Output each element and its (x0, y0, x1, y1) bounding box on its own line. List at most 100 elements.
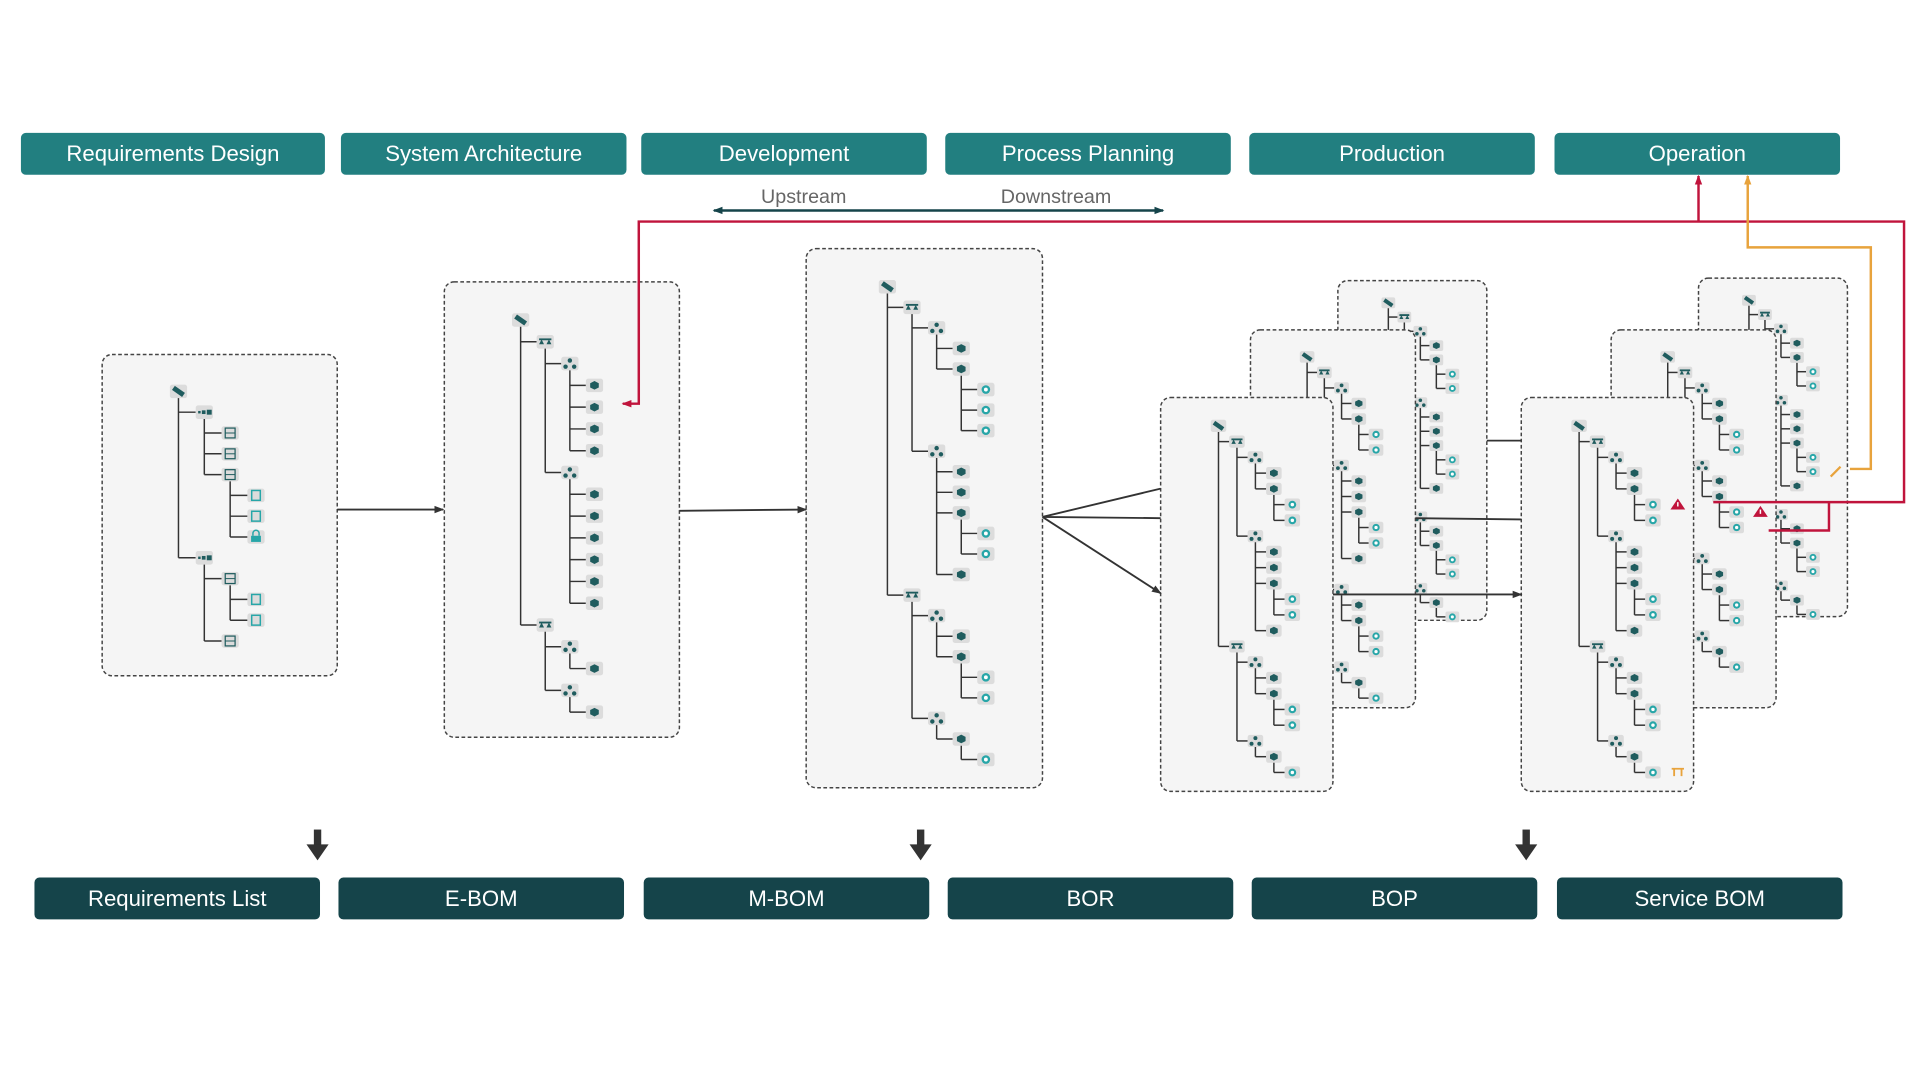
deliverable-e-bom[interactable]: E-BOM (338, 877, 625, 920)
gear-icon (1729, 521, 1744, 534)
phase-operation[interactable]: Operation (1554, 132, 1841, 175)
cube-icon (1712, 397, 1727, 410)
doc-icon (247, 488, 265, 503)
cube-icon (1266, 577, 1282, 590)
doc-icon (247, 592, 265, 607)
deliverable-bop[interactable]: BOP (1251, 877, 1538, 920)
network-icon (561, 465, 579, 480)
network-icon (928, 711, 946, 726)
phase-production[interactable]: Production (1249, 132, 1535, 175)
deliverable-service-bom[interactable]: Service BOM (1556, 877, 1843, 920)
gear-icon (1645, 593, 1661, 606)
cube-icon (1790, 523, 1804, 535)
cube-icon (1626, 482, 1643, 495)
cube-icon (1790, 352, 1804, 363)
cube-icon (1429, 540, 1444, 551)
gear-icon (977, 670, 995, 685)
module-icon (195, 551, 213, 565)
cube-icon (1626, 687, 1643, 700)
deliverable-bor[interactable]: BOR (947, 877, 1234, 920)
gear-icon (1368, 692, 1384, 704)
deliverable-m-bom[interactable]: M-BOM (643, 877, 930, 920)
gear-icon (1445, 611, 1460, 623)
cube-icon (1712, 413, 1727, 425)
cube-icon (585, 705, 604, 719)
gear-icon (1284, 703, 1301, 716)
phase-development[interactable]: Development (641, 132, 927, 175)
network-icon (1334, 661, 1349, 673)
network-icon (1608, 734, 1624, 748)
cube-icon (952, 732, 970, 746)
cube-icon (952, 341, 970, 356)
gear-icon (1284, 719, 1301, 732)
network-icon (1334, 382, 1349, 394)
balance-icon (1397, 311, 1412, 323)
gear-icon (1445, 568, 1460, 580)
gear-icon (1368, 444, 1384, 456)
network-icon (1247, 530, 1264, 543)
satellite-icon (878, 280, 897, 294)
gear-icon (1729, 506, 1744, 518)
cube-icon (1429, 425, 1444, 437)
balance-icon (1758, 309, 1772, 321)
network-icon (561, 640, 579, 654)
network-icon (928, 608, 946, 623)
cube-icon (1429, 411, 1444, 423)
balance-icon (1677, 366, 1693, 379)
gear-icon (1368, 428, 1384, 441)
cube-icon (1266, 482, 1282, 495)
balance-icon (536, 618, 554, 632)
phase-system-architecture[interactable]: System Architecture (340, 132, 627, 175)
cube-icon (585, 509, 604, 523)
gear-icon (1284, 498, 1301, 511)
e-bom-panel (443, 281, 681, 738)
phase-requirements-design[interactable]: Requirements Design (20, 132, 325, 175)
gear-icon (1729, 444, 1744, 456)
cube-icon (1429, 354, 1444, 366)
down-arrow-icon (306, 829, 329, 861)
cube-icon (1790, 594, 1804, 606)
gear-icon (1806, 608, 1820, 620)
cube-icon (1429, 482, 1444, 494)
network-icon (1608, 656, 1624, 669)
gear-icon (977, 526, 995, 541)
gear-icon (977, 547, 995, 561)
cube-icon (1626, 671, 1643, 685)
network-icon (1774, 323, 1788, 335)
cube-icon (1266, 545, 1282, 558)
satellite-icon (169, 384, 188, 399)
gear-icon (1729, 428, 1744, 441)
network-icon (1694, 630, 1710, 642)
cube-icon (585, 443, 604, 458)
cube-icon (1351, 413, 1367, 425)
satellite-icon (1660, 351, 1676, 363)
network-icon (1694, 382, 1710, 394)
gear-icon (1806, 366, 1820, 378)
arrow-bor-to-bop-2 (1415, 517, 1522, 521)
gear-icon (1368, 645, 1384, 658)
cube-icon (1266, 750, 1282, 763)
network-icon (1334, 459, 1349, 472)
cube-icon (1626, 467, 1643, 480)
cube-icon (952, 464, 970, 479)
gear-icon (1645, 719, 1661, 732)
cube-icon (1429, 340, 1444, 352)
gear-icon (1806, 466, 1820, 478)
network-icon (1247, 734, 1264, 748)
cube-icon (1790, 480, 1804, 492)
cube-icon (1351, 397, 1367, 410)
phase-process-planning[interactable]: Process Planning (945, 132, 1231, 175)
satellite-icon (1210, 419, 1227, 432)
cube-icon (1712, 645, 1727, 658)
gear-icon (977, 403, 995, 417)
arrow-mbom-to-bor-1 (1042, 487, 1161, 518)
gear-icon (1729, 614, 1744, 627)
gear-icon (1806, 451, 1820, 463)
sheet-icon (221, 634, 239, 648)
doc-icon (247, 509, 265, 523)
deliverable-requirements-list[interactable]: Requirements List (34, 877, 321, 920)
gear-icon (1368, 630, 1384, 642)
cube-icon (1790, 437, 1804, 449)
cube-icon (585, 378, 604, 393)
gear-icon (1284, 514, 1301, 527)
